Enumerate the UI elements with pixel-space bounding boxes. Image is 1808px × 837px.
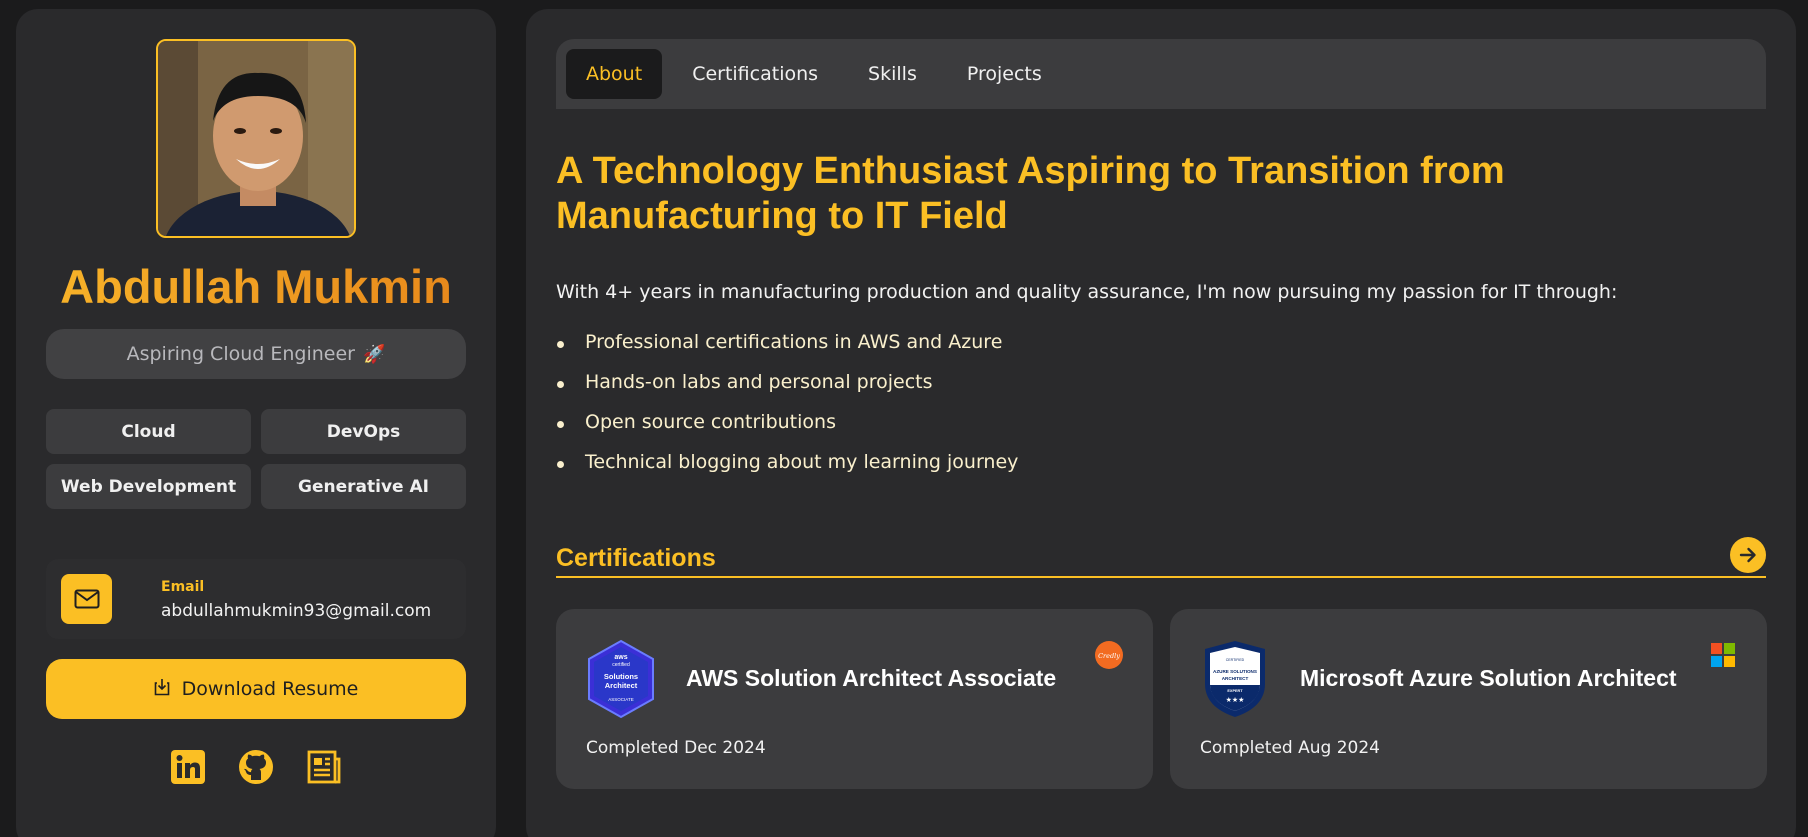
- svg-text:★★★: ★★★: [1226, 696, 1245, 704]
- tab-skills[interactable]: Skills: [848, 49, 937, 99]
- list-item: Hands-on labs and personal projects: [556, 371, 1018, 411]
- svg-text:Credly: Credly: [1098, 652, 1120, 660]
- certification-card-aws[interactable]: aws certified Solutions Architect ASSOCI…: [556, 609, 1153, 789]
- email-contact[interactable]: Email abdullahmukmin93@gmail.com: [46, 559, 466, 639]
- list-item: Professional certifications in AWS and A…: [556, 331, 1018, 371]
- tab-bar: About Certifications Skills Projects: [556, 39, 1766, 109]
- svg-text:CERTIFIED: CERTIFIED: [1226, 658, 1245, 662]
- credly-logo-icon: Credly: [1095, 641, 1123, 669]
- tab-about[interactable]: About: [566, 49, 663, 99]
- list-item: Technical blogging about my learning jou…: [556, 451, 1018, 491]
- svg-text:AZURE SOLUTIONS: AZURE SOLUTIONS: [1213, 669, 1257, 674]
- certifications-section-title: Certifications: [556, 544, 716, 572]
- main-panel: About Certifications Skills Projects A T…: [526, 9, 1796, 837]
- list-item: Open source contributions: [556, 411, 1018, 451]
- email-label: Email: [161, 579, 205, 595]
- azure-badge-icon: Microsoft CERTIFIED AZURE SOLUTIONS ARCH…: [1200, 639, 1270, 719]
- interest-tags: Cloud DevOps Web Development Generative …: [46, 409, 466, 509]
- mail-icon: [61, 574, 112, 624]
- email-value[interactable]: abdullahmukmin93@gmail.com: [161, 601, 431, 621]
- download-icon: [154, 678, 170, 701]
- social-links: [16, 749, 496, 785]
- profile-name: Abdullah Mukmin: [16, 259, 496, 314]
- role-text: Aspiring Cloud Engineer: [126, 343, 355, 365]
- profile-sidebar: Abdullah Mukmin Aspiring Cloud Engineer …: [16, 9, 496, 837]
- tag-devops: DevOps: [261, 409, 466, 454]
- section-divider: [556, 576, 1766, 578]
- blog-icon[interactable]: [306, 749, 342, 785]
- certification-date: Completed Dec 2024: [586, 738, 766, 758]
- svg-text:Solutions: Solutions: [604, 672, 638, 681]
- download-label: Download Resume: [181, 678, 359, 700]
- tab-projects[interactable]: Projects: [947, 49, 1062, 99]
- tag-generative-ai: Generative AI: [261, 464, 466, 509]
- role-badge: Aspiring Cloud Engineer 🚀: [46, 329, 466, 379]
- certification-title: AWS Solution Architect Associate: [686, 665, 1057, 691]
- svg-text:ASSOCIATE: ASSOCIATE: [608, 697, 633, 702]
- tag-web-development: Web Development: [46, 464, 251, 509]
- svg-text:Microsoft: Microsoft: [1227, 649, 1244, 654]
- tag-cloud: Cloud: [46, 409, 251, 454]
- certification-card-azure[interactable]: Microsoft CERTIFIED AZURE SOLUTIONS ARCH…: [1170, 609, 1767, 789]
- about-intro: With 4+ years in manufacturing productio…: [556, 281, 1618, 303]
- microsoft-logo-icon: [1709, 641, 1737, 669]
- tab-certifications[interactable]: Certifications: [672, 49, 838, 99]
- download-resume-button[interactable]: Download Resume: [46, 659, 466, 719]
- profile-photo: [156, 39, 356, 238]
- svg-text:Architect: Architect: [605, 681, 638, 690]
- linkedin-icon[interactable]: [170, 749, 206, 785]
- arrow-right-icon[interactable]: [1730, 537, 1766, 573]
- svg-text:EXPERT: EXPERT: [1227, 689, 1243, 693]
- svg-text:ARCHITECT: ARCHITECT: [1222, 676, 1249, 681]
- svg-text:aws: aws: [614, 654, 627, 661]
- about-bullet-list: Professional certifications in AWS and A…: [556, 331, 1018, 491]
- rocket-icon: 🚀: [362, 343, 386, 365]
- certification-date: Completed Aug 2024: [1200, 738, 1380, 758]
- aws-badge-icon: aws certified Solutions Architect ASSOCI…: [586, 639, 656, 719]
- about-headline: A Technology Enthusiast Aspiring to Tran…: [556, 150, 1505, 237]
- github-icon[interactable]: [238, 749, 274, 785]
- svg-text:certified: certified: [612, 662, 630, 668]
- certification-title: Microsoft Azure Solution Architect: [1300, 665, 1677, 691]
